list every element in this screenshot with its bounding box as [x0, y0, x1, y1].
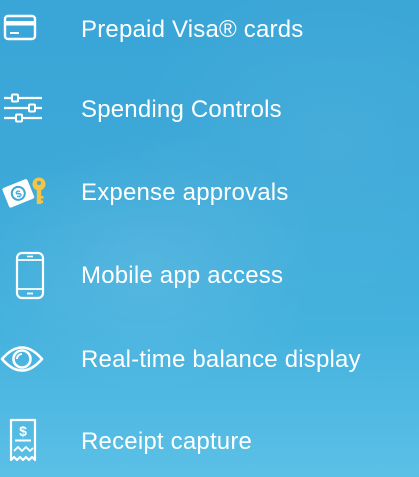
feature-label: Real-time balance display [81, 346, 361, 373]
feature-label: Spending Controls [81, 96, 282, 123]
mobile-phone-icon [0, 246, 72, 306]
feature-item-mobile-app: Mobile app access [0, 246, 419, 306]
receipt-icon: $ [0, 412, 72, 472]
svg-text:$: $ [19, 423, 27, 439]
feature-label: Expense approvals [81, 179, 289, 206]
money-key-icon: $ [0, 163, 72, 223]
feature-item-expense-approvals: $ Expense approvals [0, 163, 419, 223]
eye-icon [0, 330, 72, 390]
sliders-icon [0, 80, 72, 140]
feature-label: Receipt capture [81, 428, 253, 455]
feature-item-spending-controls: Spending Controls [0, 80, 419, 140]
feature-list: Prepaid Visa® cards Spending Controls $ [0, 0, 419, 477]
feature-item-balance-display: Real-time balance display [0, 330, 419, 390]
feature-item-receipt-capture: $ Receipt capture [0, 412, 419, 472]
feature-item-prepaid-cards: Prepaid Visa® cards [0, 0, 419, 60]
feature-label: Mobile app access [81, 262, 284, 289]
credit-card-icon [0, 0, 72, 60]
feature-label: Prepaid Visa® cards [81, 16, 304, 43]
